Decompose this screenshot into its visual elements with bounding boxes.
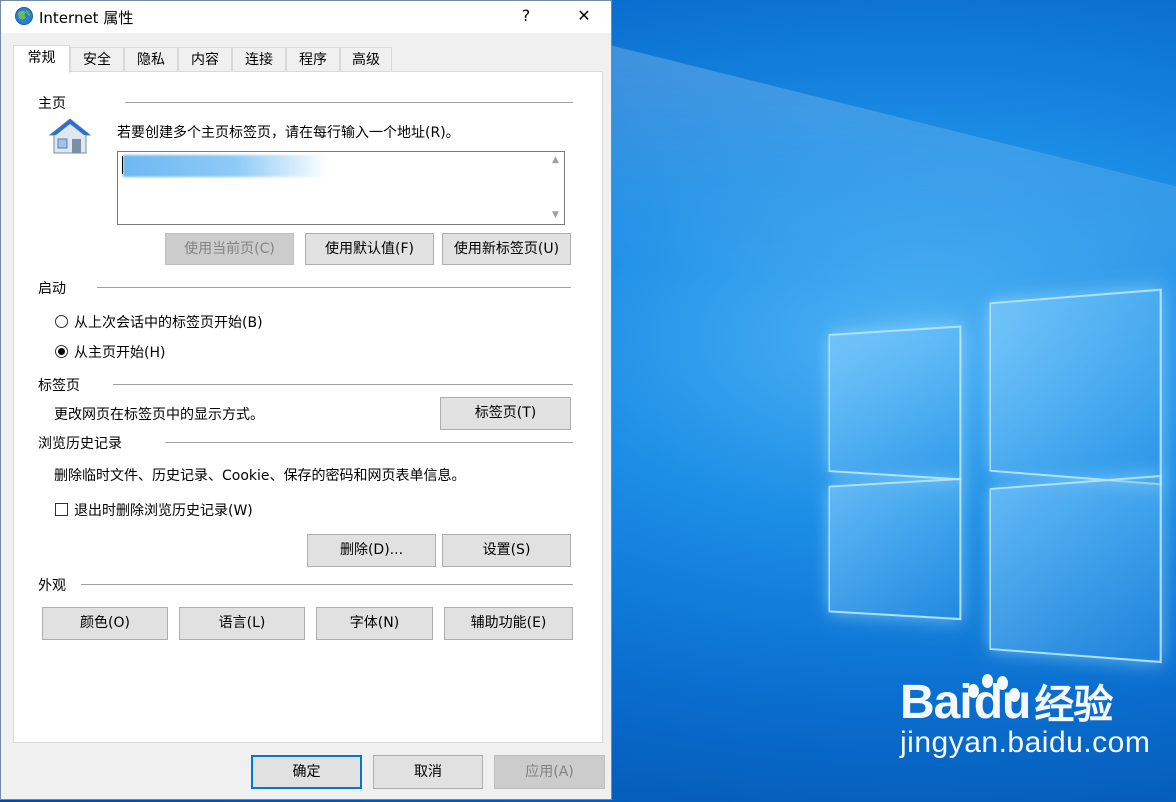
use-new-tab-button[interactable]: 使用新标签页(U) — [442, 233, 571, 265]
tab-advanced[interactable]: 高级 — [340, 47, 392, 71]
accessibility-button[interactable]: 辅助功能(E) — [444, 607, 573, 640]
tab-programs[interactable]: 程序 — [286, 47, 340, 71]
internet-explorer-globe-icon — [15, 7, 33, 25]
ok-button[interactable]: 确定 — [251, 755, 362, 789]
home-page-textarea[interactable]: ▲ ▼ — [117, 151, 565, 225]
tabs-group-label: 标签页 — [38, 378, 80, 394]
scroll-up-icon[interactable]: ▲ — [547, 152, 564, 169]
logo-pane-tl — [828, 325, 962, 481]
delete-on-exit-label[interactable]: 退出时删除浏览历史记录(W) — [74, 500, 253, 520]
scroll-down-icon[interactable]: ▼ — [547, 207, 564, 224]
logo-pane-tr — [989, 288, 1162, 486]
house-icon — [48, 118, 92, 154]
radio-start-home[interactable] — [55, 345, 68, 358]
history-group-label: 浏览历史记录 — [38, 436, 122, 452]
tabs-group-divider — [113, 384, 573, 385]
baidu-watermark: Baidu 经验 jingyan.baidu.com — [900, 672, 1150, 760]
appearance-group-divider — [81, 584, 573, 585]
textarea-scrollbar[interactable]: ▲ ▼ — [547, 152, 564, 224]
cancel-button[interactable]: 取消 — [373, 755, 483, 789]
use-default-button[interactable]: 使用默认值(F) — [305, 233, 434, 265]
internet-options-dialog: Internet 属性 ? ✕ 常规 安全 隐私 内容 连接 程序 高级 主页 … — [0, 0, 612, 800]
tab-content[interactable]: 内容 — [178, 47, 232, 71]
watermark-brand: Bai — [900, 676, 973, 729]
languages-button[interactable]: 语言(L) — [179, 607, 305, 640]
history-group-divider — [165, 442, 573, 443]
radio-label-last-session[interactable]: 从上次会话中的标签页开始(B) — [74, 312, 263, 332]
tab-security[interactable]: 安全 — [70, 47, 124, 71]
home-hint-text: 若要创建多个主页标签页，请在每行输入一个地址(R)。 — [117, 125, 460, 141]
delete-history-button[interactable]: 删除(D)... — [307, 534, 436, 567]
help-button[interactable]: ? — [503, 1, 549, 31]
use-current-button[interactable]: 使用当前页(C) — [165, 233, 294, 265]
close-button[interactable]: ✕ — [561, 1, 607, 31]
tab-connections[interactable]: 连接 — [232, 47, 286, 71]
history-description: 删除临时文件、历史记录、Cookie、保存的密码和网页表单信息。 — [54, 468, 466, 484]
watermark-brand-tail: du — [973, 676, 1032, 729]
home-group-divider — [125, 102, 573, 103]
fonts-button[interactable]: 字体(N) — [316, 607, 433, 640]
radio-start-last-session[interactable] — [55, 315, 68, 328]
watermark-suffix: 经验 — [1034, 683, 1113, 727]
apply-button[interactable]: 应用(A) — [494, 755, 605, 789]
appearance-group-label: 外观 — [38, 578, 66, 594]
text-caret — [122, 156, 123, 174]
startup-group-label: 启动 — [38, 281, 66, 297]
home-group-label: 主页 — [38, 96, 66, 112]
delete-on-exit-checkbox[interactable] — [55, 503, 68, 516]
watermark-url: jingyan.baidu.com — [900, 726, 1151, 759]
tabs-description: 更改网页在标签页中的显示方式。 — [54, 407, 264, 423]
startup-group-divider — [97, 287, 571, 288]
tabs-settings-button[interactable]: 标签页(T) — [440, 397, 571, 430]
history-settings-button[interactable]: 设置(S) — [442, 534, 571, 567]
home-page-url-redacted — [123, 155, 328, 177]
tab-general[interactable]: 常规 — [13, 45, 70, 73]
radio-label-home[interactable]: 从主页开始(H) — [74, 342, 165, 362]
logo-pane-bl — [828, 477, 962, 621]
title-bar[interactable]: Internet 属性 ? ✕ — [1, 1, 611, 33]
tab-privacy[interactable]: 隐私 — [124, 47, 178, 71]
dialog-title: Internet 属性 — [39, 9, 134, 27]
logo-pane-br — [989, 474, 1162, 664]
colors-button[interactable]: 颜色(O) — [42, 607, 168, 640]
